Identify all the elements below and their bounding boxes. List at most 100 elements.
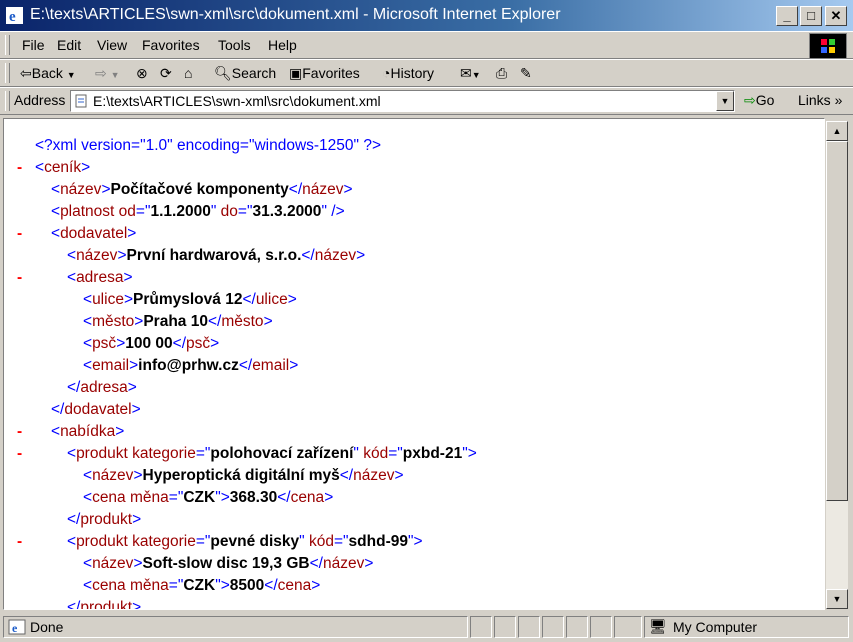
menu-view[interactable]: View xyxy=(97,37,127,53)
close-button[interactable]: ✕ xyxy=(825,6,847,26)
collapse-toggle[interactable]: - xyxy=(17,267,35,289)
xml-punct: < xyxy=(51,181,61,198)
collapse-toggle[interactable]: - xyxy=(17,223,35,245)
chevron-down-icon[interactable]: ▼ xyxy=(67,70,76,80)
address-bar: Address E:\texts\ARTICLES\swn-xml\src\do… xyxy=(0,87,853,115)
xml-punct: > xyxy=(131,401,141,418)
menubar-grip xyxy=(5,35,10,55)
edit-button[interactable]: ✎ xyxy=(520,65,532,82)
menu-favorites[interactable]: Favorites xyxy=(142,37,200,53)
xml-attr-name: kategorie xyxy=(127,445,196,462)
xml-line[interactable]: - <produkt kategorie="pevné disky" kód="s… xyxy=(17,531,477,553)
refresh-icon: ⟳ xyxy=(160,65,172,81)
search-button[interactable]: 🔍︎Search xyxy=(214,65,276,82)
refresh-button[interactable]: ⟳ xyxy=(160,65,172,82)
document-viewport[interactable]: <?xml version="1.0" encoding="windows-12… xyxy=(3,118,825,610)
scroll-thumb[interactable] xyxy=(826,141,848,501)
xml-decl: ?> xyxy=(359,137,382,154)
xml-punct: </ xyxy=(309,555,323,572)
title-bar: e E:\texts\ARTICLES\swn-xml\src\dokument… xyxy=(0,0,853,31)
xml-punct: </ xyxy=(207,313,222,330)
xml-tag-name: produkt xyxy=(80,511,133,528)
xml-attr-value: pxbd-21 xyxy=(402,445,463,462)
status-panel-5 xyxy=(542,616,564,638)
xml-punct: > xyxy=(289,357,299,374)
xml-punct: > xyxy=(287,291,297,308)
status-text: Done xyxy=(30,619,64,635)
maximize-button[interactable]: □ xyxy=(800,6,822,26)
xml-punct: > xyxy=(132,511,142,528)
xml-line[interactable]: - <dodavatel> xyxy=(17,223,477,245)
links-button[interactable]: Links » xyxy=(798,92,842,108)
links-label: Links xyxy=(798,92,831,108)
history-button[interactable]: ◔History xyxy=(382,65,434,81)
go-arrow-icon: ⇨ xyxy=(744,92,756,108)
menu-help[interactable]: Help xyxy=(268,37,297,53)
xml-punct: < xyxy=(83,357,93,374)
xml-line[interactable]: - <ceník> xyxy=(17,157,477,179)
xml-punct: </ xyxy=(172,335,187,352)
xml-punct: < xyxy=(51,225,61,242)
scroll-down-button[interactable]: ▼ xyxy=(826,589,848,609)
minimize-button[interactable]: _ xyxy=(776,6,798,26)
xml-punct: > xyxy=(115,423,125,440)
xml-punct: =" xyxy=(195,445,211,462)
collapse-toggle[interactable]: - xyxy=(17,531,35,553)
xml-line[interactable]: - <produkt kategorie="polohovací zařízení… xyxy=(17,443,477,465)
xml-punct: > xyxy=(364,555,374,572)
xml-decl-value: "1.0" xyxy=(140,137,173,154)
xml-tag-name: dodavatel xyxy=(60,225,128,242)
status-panel-8 xyxy=(614,616,642,638)
xml-line[interactable]: - <nabídka> xyxy=(17,421,477,443)
xml-punct: </ xyxy=(339,467,354,484)
vertical-scrollbar[interactable]: ▲ ▼ xyxy=(826,121,848,609)
xml-punct: < xyxy=(83,313,93,330)
xml-tag-name: dodavatel xyxy=(64,401,132,418)
go-button[interactable]: ⇨Go xyxy=(744,92,774,109)
xml-punct: > xyxy=(324,489,334,506)
print-button[interactable]: ⎙ xyxy=(496,65,507,82)
xml-attr-value: CZK xyxy=(183,489,216,506)
xml-tag-name: název xyxy=(60,181,102,198)
back-button[interactable]: ⇦Back ▼ xyxy=(20,65,76,82)
addressbar-grip xyxy=(5,91,10,111)
collapse-toggle[interactable]: - xyxy=(17,157,35,179)
stop-button[interactable]: ⊗ xyxy=(136,65,148,82)
zone-panel: 🖥︎ My Computer xyxy=(644,616,849,638)
toolbar-grip xyxy=(5,63,10,83)
menu-edit[interactable]: Edit xyxy=(57,37,81,53)
xml-punct: < xyxy=(51,203,61,220)
xml-attr-name: kód xyxy=(358,445,389,462)
favorites-button[interactable]: ▣Favorites xyxy=(289,65,360,82)
back-arrow-icon: ⇦ xyxy=(20,65,32,81)
collapse-toggle[interactable]: - xyxy=(17,443,35,465)
xml-line[interactable]: - <adresa> xyxy=(17,267,477,289)
xml-punct: </ xyxy=(301,247,315,264)
xml-punct: </ xyxy=(67,379,81,396)
xml-attr-name: kód xyxy=(304,533,334,550)
xml-punct: < xyxy=(83,489,93,506)
address-input[interactable]: E:\texts\ARTICLES\swn-xml\src\dokument.x… xyxy=(70,90,735,112)
xml-punct: < xyxy=(35,159,45,176)
xml-tag-name: psč xyxy=(186,335,211,352)
xml-punct: < xyxy=(83,555,93,572)
xml-tag-name: název xyxy=(322,555,365,572)
collapse-toggle[interactable]: - xyxy=(17,421,35,443)
menu-file[interactable]: File xyxy=(22,37,45,53)
chevron-down-icon[interactable]: ▼ xyxy=(111,70,120,80)
mail-button[interactable]: ✉▼ xyxy=(460,65,481,82)
xml-punct: </ xyxy=(51,401,65,418)
address-dropdown-button[interactable]: ▼ xyxy=(716,91,734,111)
menu-tools[interactable]: Tools xyxy=(218,37,251,53)
xml-line: </produkt> xyxy=(17,509,477,531)
forward-button[interactable]: ⇨ ▼ xyxy=(95,65,120,82)
home-button[interactable]: ⌂ xyxy=(184,65,192,81)
status-bar: e Done 🖥︎ My Computer xyxy=(0,613,853,642)
xml-line: </adresa> xyxy=(17,377,477,399)
scroll-up-button[interactable]: ▲ xyxy=(826,121,848,141)
xml-punct: > xyxy=(116,335,126,352)
forward-arrow-icon: ⇨ xyxy=(95,65,107,81)
xml-attr-name: do xyxy=(216,203,238,220)
chevron-down-icon[interactable]: ▼ xyxy=(472,70,481,80)
status-panel-7 xyxy=(590,616,612,638)
